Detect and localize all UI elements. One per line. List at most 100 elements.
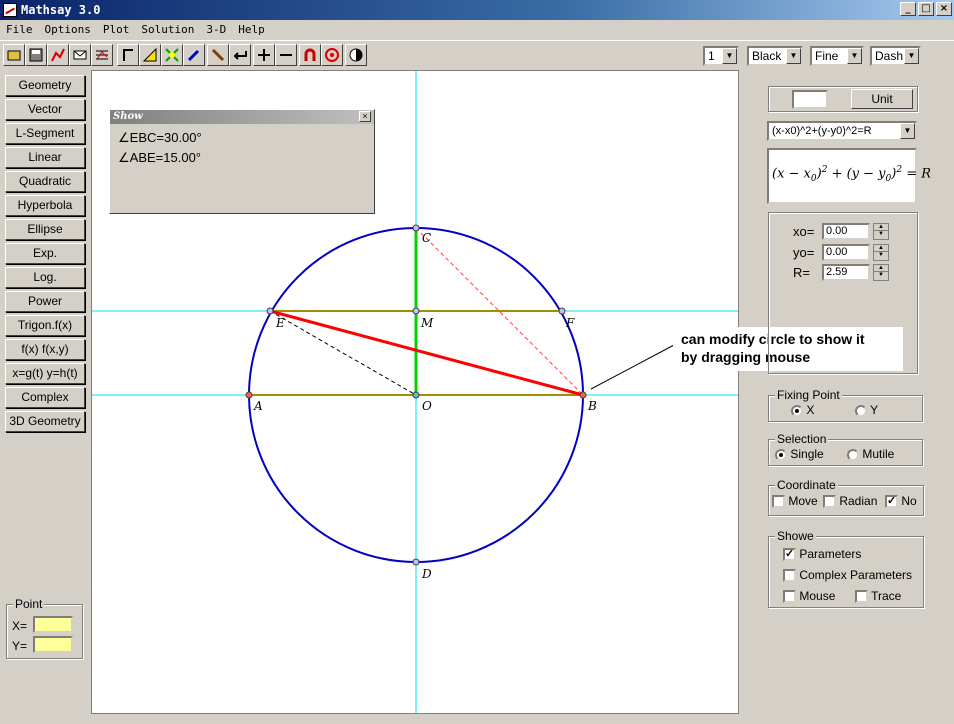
unit-button[interactable]: Unit	[851, 89, 913, 109]
point-x-field[interactable]	[33, 616, 73, 633]
point-y-field[interactable]	[33, 636, 73, 653]
yo-field[interactable]: 0.00	[822, 244, 870, 261]
magnet-button[interactable]	[299, 44, 321, 66]
complex-button[interactable]: Complex	[5, 387, 85, 408]
radian-checkbox[interactable]: Radian	[823, 494, 877, 509]
function-button[interactable]: f(x) f(x,y)	[5, 339, 85, 360]
thickness-select[interactable]: Fine ▼	[810, 46, 864, 66]
close-button[interactable]: ×	[936, 2, 952, 16]
fix-y-radio[interactable]: Y	[855, 403, 878, 417]
envelope-button[interactable]	[69, 44, 91, 66]
coordinate-legend: Coordinate	[775, 478, 838, 492]
minus-button[interactable]	[275, 44, 297, 66]
open-button[interactable]	[3, 44, 25, 66]
no-checkbox[interactable]: No	[885, 494, 917, 509]
ellipse-button[interactable]: Ellipse	[5, 219, 85, 240]
color-select[interactable]: Black ▼	[747, 46, 803, 66]
log-button[interactable]: Log.	[5, 267, 85, 288]
point-d[interactable]	[412, 558, 420, 566]
pen-icon	[187, 49, 200, 62]
trace-checkbox[interactable]: Trace	[855, 589, 901, 604]
mutile-radio[interactable]: Mutile	[847, 447, 894, 461]
angle-button[interactable]	[117, 44, 139, 66]
point-b[interactable]	[579, 391, 587, 399]
r-field[interactable]: 2.59	[822, 264, 870, 281]
checkbox-checked-icon	[885, 494, 898, 509]
pen-button[interactable]	[183, 44, 205, 66]
style-select[interactable]: Dash ▼	[870, 46, 921, 66]
close-icon[interactable]: ×	[359, 111, 371, 122]
point-o[interactable]	[412, 391, 420, 399]
checkbox-checked-icon	[783, 547, 796, 562]
grid-button[interactable]	[91, 44, 113, 66]
fix-x-radio[interactable]: X	[791, 403, 814, 417]
point-m[interactable]	[412, 307, 420, 315]
complex-parameters-checkbox[interactable]: Complex Parameters	[783, 568, 912, 583]
parametric-button[interactable]: x=g(t) y=h(t)	[5, 363, 85, 384]
power-button[interactable]: Power	[5, 291, 85, 312]
triangle-button[interactable]	[139, 44, 161, 66]
unit-field[interactable]	[792, 90, 828, 109]
parameters-checkbox[interactable]: Parameters	[783, 547, 861, 562]
quadratic-button[interactable]: Quadratic	[5, 171, 85, 192]
label-b: B	[588, 399, 597, 413]
menu-options[interactable]: Options	[39, 23, 97, 36]
angle-icon	[123, 49, 133, 61]
checkbox-icon	[772, 495, 785, 509]
xo-spinner[interactable]: ▲ ▼	[873, 223, 889, 240]
pencil-button[interactable]	[207, 44, 229, 66]
point-c[interactable]	[412, 224, 420, 232]
target-icon	[325, 48, 339, 62]
point-e[interactable]	[266, 307, 274, 315]
hyperbola-button[interactable]: Hyperbola	[5, 195, 85, 216]
menu-solution[interactable]: Solution	[135, 23, 200, 36]
width-select[interactable]: 1 ▼	[703, 46, 739, 66]
exp-button[interactable]: Exp.	[5, 243, 85, 264]
window-title: Mathsay 3.0	[21, 3, 101, 17]
minimize-button[interactable]: _	[900, 2, 916, 16]
linear-button[interactable]: Linear	[5, 147, 85, 168]
maximize-button[interactable]: □	[918, 2, 934, 16]
3d-geometry-button[interactable]: 3D Geometry	[5, 411, 85, 432]
target-button[interactable]	[321, 44, 343, 66]
menu-help[interactable]: Help	[232, 23, 271, 36]
triangle-icon	[142, 47, 157, 62]
mouse-checkbox[interactable]: Mouse	[783, 589, 835, 604]
save-icon	[29, 48, 43, 62]
cross-tool-icon	[165, 48, 179, 62]
vector-button[interactable]: Vector	[5, 99, 85, 120]
xo-field[interactable]: 0.00	[822, 223, 870, 240]
half-circle-button[interactable]	[345, 44, 367, 66]
menu-3d[interactable]: 3-D	[200, 23, 232, 36]
r-spinner[interactable]: ▲ ▼	[873, 264, 889, 281]
move-checkbox[interactable]: Move	[772, 494, 818, 509]
graph-icon	[51, 48, 65, 62]
chevron-down-icon: ▼	[786, 48, 801, 64]
point-legend: Point	[13, 597, 45, 611]
equation-select-value: (x-x0)^2+(y-y0)^2=R	[772, 125, 872, 137]
show-panel[interactable]: Show × ∠EBC=30.00° ∠ABE=15.00°	[109, 109, 375, 214]
checkbox-icon	[783, 569, 796, 583]
l-segment-button[interactable]: L-Segment	[5, 123, 85, 144]
thickness-value: Fine	[815, 49, 839, 63]
single-radio[interactable]: Single	[775, 447, 824, 461]
save-button[interactable]	[25, 44, 47, 66]
checkbox-icon	[783, 590, 796, 604]
geometry-button[interactable]: Geometry	[5, 75, 85, 96]
trigon-button[interactable]: Trigon.f(x)	[5, 315, 85, 336]
chevron-down-icon: ▼	[722, 48, 737, 64]
fixing-point-group: Fixing Point X Y	[768, 388, 923, 422]
cross-tool-button[interactable]	[161, 44, 183, 66]
point-f[interactable]	[558, 307, 566, 315]
menu-plot[interactable]: Plot	[97, 23, 136, 36]
radio-checked-icon	[775, 448, 787, 461]
return-button[interactable]	[229, 44, 251, 66]
point-a[interactable]	[245, 391, 253, 399]
label-d: D	[422, 567, 432, 581]
plus-button[interactable]	[253, 44, 275, 66]
equation-select[interactable]: (x-x0)^2+(y-y0)^2=R ▼	[767, 121, 917, 141]
menu-file[interactable]: File	[0, 23, 39, 36]
yo-spinner[interactable]: ▲ ▼	[873, 244, 889, 261]
graph-button[interactable]	[47, 44, 69, 66]
show-panel-title: Show	[110, 110, 374, 124]
